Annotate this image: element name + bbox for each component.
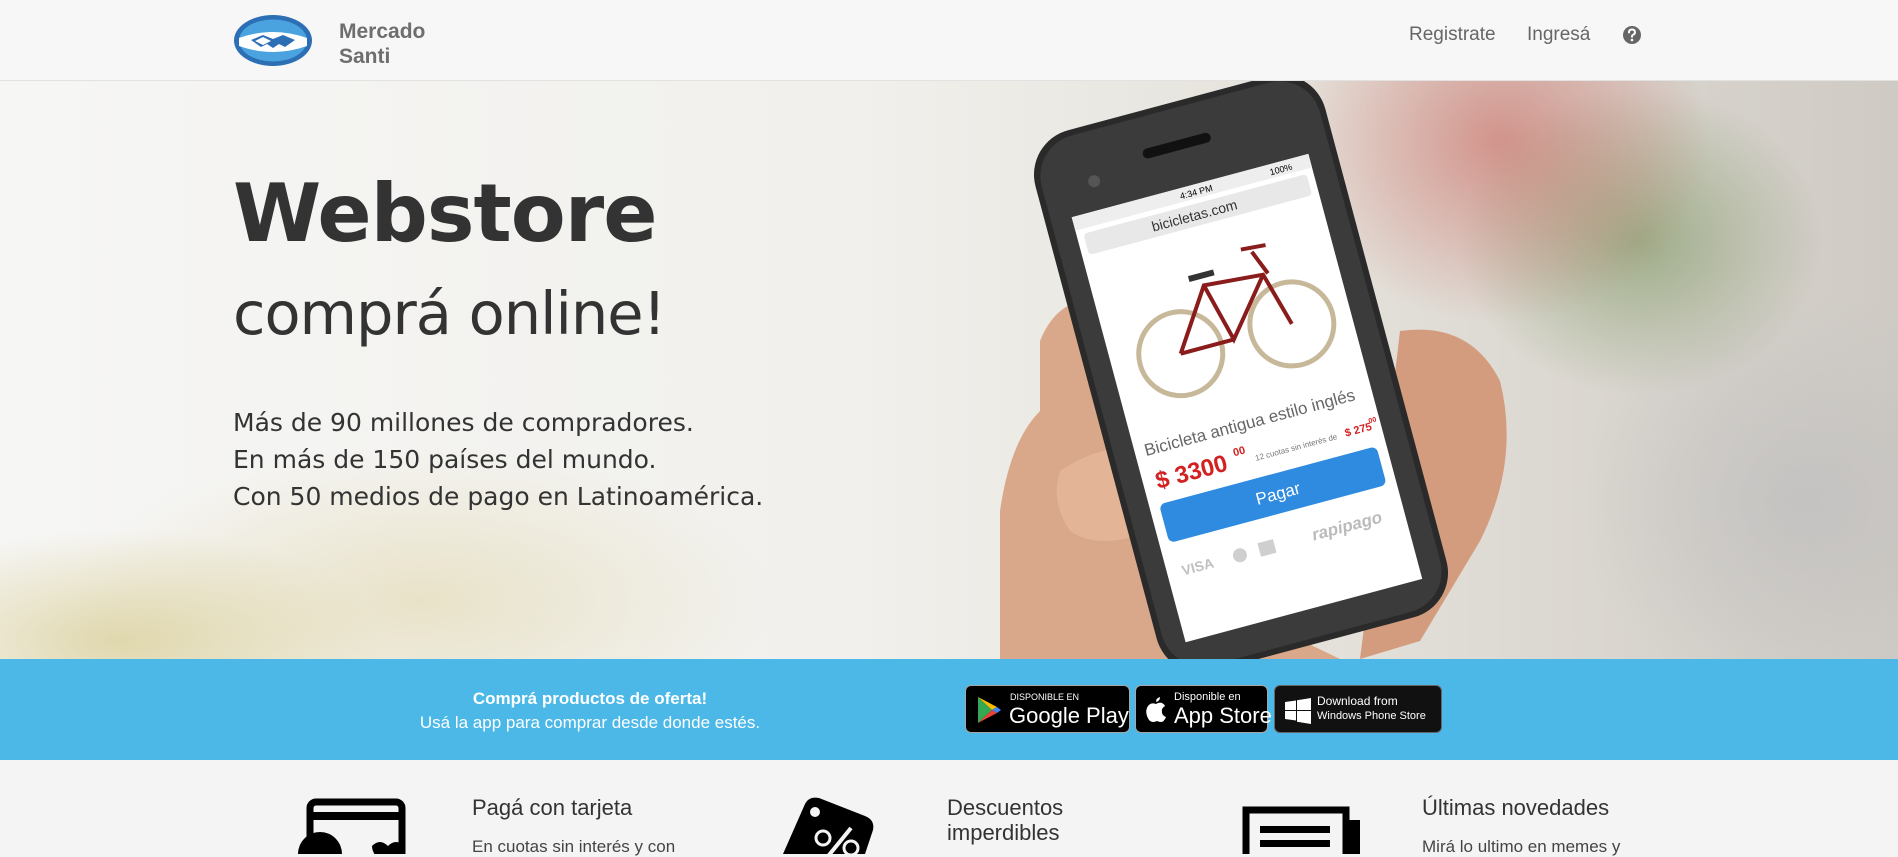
app-promo-headline: Comprá productos de oferta! (472, 689, 708, 708)
feature-discounts-title: Descuentos imperdibles (947, 795, 1063, 845)
feature-card-title: Pagá con tarjeta (472, 795, 633, 820)
google-play-button[interactable]: DISPONIBLE EN Google Play (965, 685, 1130, 733)
windows-store-button[interactable]: Download from Windows Phone Store (1274, 685, 1442, 733)
login-link[interactable]: Ingresá (1527, 24, 1590, 46)
hero-line: En más de 150 países del mundo. (233, 445, 657, 474)
hero-line: Más de 90 millones de compradores. (233, 408, 694, 437)
hero-subtitle: comprá online! (233, 279, 666, 348)
app-store-button[interactable]: Disponible en App Store (1135, 685, 1272, 733)
windows-icon (1285, 698, 1311, 724)
google-play-small-label: DISPONIBLE EN (1010, 692, 1080, 702)
feature-news-title: Últimas novedades (1422, 795, 1610, 820)
app-store-big-label: App Store (1174, 703, 1272, 728)
feature-card-desc: En cuotas sin interés y con (472, 837, 676, 856)
google-play-big-label: Google Play (1009, 703, 1129, 728)
handshake-logo-icon[interactable] (233, 14, 313, 67)
hero-banner: Webstore comprá online! Más de 90 millon… (0, 81, 1898, 659)
help-icon[interactable] (1622, 25, 1642, 45)
feature-news-desc: Mirá lo ultimo en memes y (1422, 837, 1621, 856)
feature-discounts-title-line1: Descuentos (947, 795, 1064, 820)
brand-name-line2: Santi (339, 45, 391, 68)
newspaper-icon (1242, 806, 1360, 854)
register-link[interactable]: Registrate (1409, 24, 1496, 46)
card-payment-icon (298, 798, 406, 854)
brand-name[interactable]: Mercado Santi (339, 19, 425, 69)
top-header: Mercado Santi Registrate Ingresá (0, 0, 1898, 81)
app-store-small-label: Disponible en (1174, 691, 1241, 703)
brand-name-line1: Mercado (339, 20, 426, 43)
windows-store-line2: Windows Phone Store (1317, 710, 1426, 722)
feature-discounts-title-line2: imperdibles (947, 820, 1060, 845)
hero-description: Más de 90 millones de compradores. En má… (233, 404, 763, 515)
hero-line: Con 50 medios de pago en Latinoamérica. (233, 482, 764, 511)
windows-store-line1: Download from (1317, 694, 1398, 708)
app-promo-subline: Usá la app para comprar desde donde esté… (419, 713, 761, 732)
phone-in-hand-illustration: 4:34 PM 100% bicicletas.com Bicicleta an… (1000, 81, 1507, 659)
apple-icon (1146, 697, 1166, 722)
google-play-icon (978, 697, 1001, 723)
hero-title: Webstore (233, 167, 657, 260)
app-promo-band: Comprá productos de oferta! Usá la app p… (0, 659, 1898, 760)
app-promo-text: Comprá productos de oferta! Usá la app p… (340, 687, 840, 735)
discount-tag-icon (783, 797, 874, 854)
features-section: Pagá con tarjeta En cuotas sin interés y… (0, 760, 1898, 856)
